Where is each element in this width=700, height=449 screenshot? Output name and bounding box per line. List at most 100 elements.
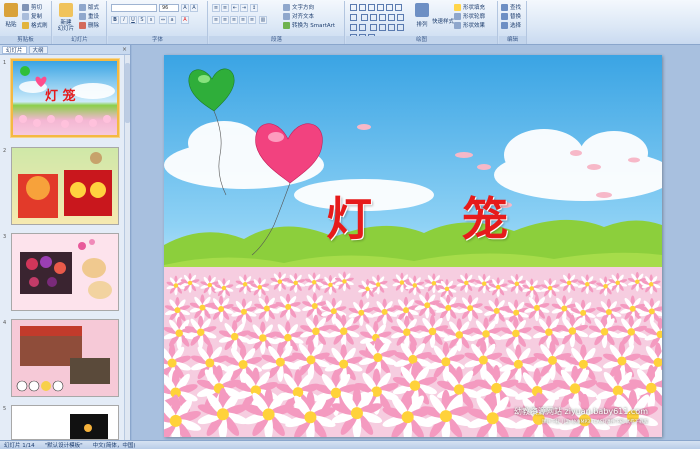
paste-button[interactable]: 粘贴 bbox=[2, 3, 20, 28]
slide-thumb-row-2[interactable]: 2 bbox=[0, 147, 124, 227]
layout-button[interactable]: 版式 bbox=[79, 3, 99, 11]
decrease-indent-button[interactable]: ⇤ bbox=[231, 4, 239, 12]
clipboard-group-label: 剪贴板 bbox=[0, 36, 51, 44]
slide-thumb-2[interactable] bbox=[11, 147, 119, 225]
panel-tabs: 幻灯片 大纲 × bbox=[0, 45, 130, 55]
italic-button[interactable]: I bbox=[120, 16, 128, 24]
spacing-button[interactable]: ⇔ bbox=[159, 16, 167, 24]
brush-icon bbox=[22, 21, 29, 29]
smartart-button[interactable]: 转换为 SmartArt bbox=[283, 21, 335, 29]
strike-button[interactable]: S bbox=[138, 16, 146, 24]
clipboard-group: 粘贴 剪切 复制 格式刷 剪贴板 bbox=[0, 1, 52, 44]
fill-icon bbox=[454, 3, 461, 11]
slides-group: 新建 幻灯片 版式 重设 删除 幻灯片 bbox=[53, 1, 107, 44]
quick-styles-button[interactable]: 快速样式 bbox=[432, 17, 454, 25]
paste-icon bbox=[4, 3, 18, 17]
arrange-icon bbox=[415, 3, 429, 17]
status-bar: 幻灯片 1/14 "默认设计模板" 中文(简体，中国) bbox=[0, 440, 700, 449]
language-indicator[interactable]: 中文(简体，中国) bbox=[93, 441, 136, 449]
tab-slides[interactable]: 幻灯片 bbox=[2, 45, 27, 54]
slide-canvas[interactable]: 灯 笼 幼教资源网站 ziyuan.baby611.com 课件下载 儿歌 故事… bbox=[164, 55, 662, 437]
layout-icon bbox=[79, 3, 86, 11]
slide-background-art bbox=[164, 68, 662, 437]
font-group-label: 字体 bbox=[108, 36, 207, 44]
underline-button[interactable]: U bbox=[129, 16, 137, 24]
numbering-button[interactable]: ≡ bbox=[221, 4, 229, 12]
line-spacing-button[interactable]: ↕ bbox=[250, 4, 258, 12]
columns-button[interactable]: ▥ bbox=[259, 16, 267, 24]
font-name-combo[interactable] bbox=[111, 4, 157, 12]
find-button[interactable]: 查找 bbox=[501, 3, 521, 11]
smartart-icon bbox=[283, 21, 290, 29]
case-button[interactable]: a bbox=[168, 16, 176, 24]
slide-thumb-1[interactable]: 灯 笼 bbox=[11, 59, 119, 137]
site-watermark: 幼教资源网站 ziyuan.baby611.com bbox=[514, 407, 648, 416]
arrange-button[interactable]: 排列 bbox=[414, 3, 430, 28]
format-painter-button[interactable]: 格式刷 bbox=[22, 21, 48, 29]
outline-icon bbox=[454, 12, 461, 20]
cut-button[interactable]: 剪切 bbox=[22, 3, 42, 11]
copy-button[interactable]: 复制 bbox=[22, 12, 42, 20]
new-slide-button[interactable]: 新建 幻灯片 bbox=[55, 3, 77, 32]
slide-thumb-row-1[interactable]: 1 灯 笼 bbox=[0, 59, 124, 139]
slide-editing-area: 灯 笼 幼教资源网站 ziyuan.baby611.com 课件下载 儿歌 故事… bbox=[132, 45, 700, 440]
find-icon bbox=[501, 3, 508, 11]
shape-effects-button[interactable]: 形状效果 bbox=[454, 21, 485, 29]
font-size-combo[interactable]: 96 bbox=[159, 4, 179, 12]
replace-icon bbox=[501, 12, 508, 20]
text-direction-icon bbox=[283, 3, 290, 11]
shrink-font-button[interactable]: A bbox=[190, 4, 198, 12]
slide-number: 3 bbox=[3, 234, 7, 240]
thumb-5-art bbox=[70, 414, 108, 439]
text-direction-button[interactable]: 文字方向 bbox=[283, 3, 314, 11]
bullets-button[interactable]: ≡ bbox=[212, 4, 220, 12]
thumb-4-art bbox=[16, 326, 110, 392]
slide-thumb-5[interactable] bbox=[11, 405, 119, 440]
align-right-button[interactable]: ≡ bbox=[230, 16, 238, 24]
align-center-button[interactable]: ≡ bbox=[221, 16, 229, 24]
slide-number: 5 bbox=[3, 406, 7, 412]
editing-group: 查找 替换 选择 编辑 bbox=[499, 1, 527, 44]
slide-number: 4 bbox=[3, 320, 7, 326]
effects-icon bbox=[454, 21, 461, 29]
ribbon: 粘贴 剪切 复制 格式刷 剪贴板 新建 幻灯片 版式 重设 删除 幻灯片 96 … bbox=[0, 0, 700, 45]
slide-number: 2 bbox=[3, 148, 7, 154]
slide-thumb-row-4[interactable]: 4 bbox=[0, 319, 124, 399]
slides-panel: 幻灯片 大纲 × 1 灯 笼 2 3 4 5 bbox=[0, 45, 131, 440]
slide-count: 幻灯片 1/14 bbox=[4, 443, 35, 449]
bold-button[interactable]: B bbox=[111, 16, 119, 24]
slide-title-char-2[interactable]: 笼 bbox=[462, 183, 508, 249]
align-text-button[interactable]: 对齐文本 bbox=[283, 12, 314, 20]
editing-group-label: 编辑 bbox=[499, 36, 526, 44]
theme-name[interactable]: "默认设计模板" bbox=[45, 441, 83, 449]
slide-thumb-3[interactable] bbox=[11, 233, 119, 311]
delete-button[interactable]: 删除 bbox=[79, 21, 99, 29]
reset-icon bbox=[79, 12, 86, 20]
align-left-button[interactable]: ≡ bbox=[212, 16, 220, 24]
panel-scrollbar[interactable] bbox=[124, 55, 130, 440]
slide-title-char-1[interactable]: 灯 bbox=[326, 183, 372, 249]
increase-indent-button[interactable]: ⇥ bbox=[240, 4, 248, 12]
shape-outline-button[interactable]: 形状轮廓 bbox=[454, 12, 485, 20]
delete-icon bbox=[79, 21, 86, 29]
slide-thumb-4[interactable] bbox=[11, 319, 119, 397]
drawing-group-label: 绘图 bbox=[346, 36, 497, 44]
grow-font-button[interactable]: A bbox=[181, 4, 189, 12]
slide-thumb-row-5[interactable]: 5 bbox=[0, 405, 124, 440]
shadow-button[interactable]: s bbox=[147, 16, 155, 24]
align-text-icon bbox=[283, 12, 290, 20]
reset-button[interactable]: 重设 bbox=[79, 12, 99, 20]
select-button[interactable]: 选择 bbox=[501, 21, 521, 29]
scrollbar-thumb[interactable] bbox=[125, 63, 130, 123]
shape-fill-button[interactable]: 形状填充 bbox=[454, 3, 485, 11]
replace-button[interactable]: 替换 bbox=[501, 12, 521, 20]
slide-thumb-row-3[interactable]: 3 bbox=[0, 233, 124, 313]
paragraph-group-label: 段落 bbox=[209, 36, 344, 44]
font-color-button[interactable]: A bbox=[181, 16, 189, 24]
tab-outline[interactable]: 大纲 bbox=[28, 45, 48, 54]
justify-button[interactable]: ≡ bbox=[239, 16, 247, 24]
thumb-1-title: 灯 笼 bbox=[45, 89, 76, 104]
close-icon[interactable]: × bbox=[122, 46, 127, 53]
paragraph-group: ≡ ≡ ⇤ ⇥ ↕ ≡ ≡ ≡ ≡ ≡ ▥ 文字方向 对齐文本 转换为 Smar… bbox=[209, 1, 345, 44]
distributed-button[interactable]: ≡ bbox=[248, 16, 256, 24]
